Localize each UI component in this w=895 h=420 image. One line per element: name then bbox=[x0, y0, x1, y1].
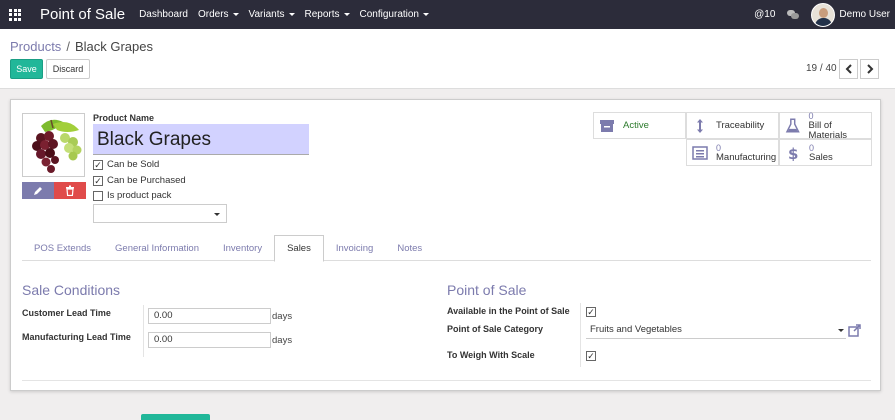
navbar-right: @10 Demo User bbox=[754, 0, 895, 29]
menu-orders[interactable]: Orders bbox=[198, 9, 239, 20]
breadcrumb: Products / Black Grapes bbox=[10, 39, 153, 54]
bom-label: Bill of Materials bbox=[808, 119, 848, 141]
product-type-select[interactable] bbox=[93, 204, 227, 223]
traceability-label: Traceability bbox=[716, 120, 765, 131]
caret-down-icon bbox=[288, 13, 295, 16]
tab-invoicing[interactable]: Invoicing bbox=[324, 235, 386, 261]
apps-grid-icon[interactable] bbox=[9, 8, 21, 21]
list-alt-icon bbox=[692, 145, 708, 160]
caret-down-icon bbox=[838, 329, 844, 332]
product-image[interactable] bbox=[22, 113, 85, 177]
pencil-icon bbox=[34, 186, 42, 195]
activity-counter[interactable]: @10 bbox=[754, 9, 775, 20]
menu-dashboard[interactable]: Dashboard bbox=[139, 9, 188, 20]
tab-sales[interactable]: Sales bbox=[274, 235, 324, 262]
product-name-input[interactable]: Black Grapes bbox=[93, 124, 309, 155]
is-product-pack-checkbox[interactable] bbox=[93, 190, 103, 201]
can-be-purchased-checkbox[interactable]: ✓ bbox=[93, 175, 103, 186]
save-button[interactable]: Save bbox=[10, 59, 43, 79]
breadcrumb-current: Black Grapes bbox=[74, 39, 153, 54]
arrows-vertical-icon bbox=[697, 118, 703, 133]
menu-reports[interactable]: Reports bbox=[305, 9, 350, 20]
grapes-image bbox=[32, 119, 82, 173]
control-panel: Products / Black Grapes Save Discard 19 / … bbox=[0, 29, 895, 89]
main-menu: Dashboard Orders Variants Reports Config… bbox=[139, 9, 439, 20]
pager-value[interactable]: 19 / 40 bbox=[806, 63, 837, 74]
caret-down-icon bbox=[232, 13, 239, 16]
can-be-sold-label: Can be Sold bbox=[107, 159, 160, 170]
customer-lead-time-unit: days bbox=[272, 311, 293, 322]
sales-label: Sales bbox=[809, 151, 833, 163]
username[interactable]: Demo User bbox=[839, 9, 890, 20]
available-in-pos-checkbox[interactable]: ✓ bbox=[586, 307, 596, 317]
chevron-left-icon bbox=[845, 64, 852, 74]
chat-icon[interactable] bbox=[787, 10, 800, 19]
can-be-purchased-label: Can be Purchased bbox=[107, 175, 186, 186]
customer-lead-time-input[interactable]: 0.00 bbox=[148, 308, 271, 324]
bom-count: 0 bbox=[808, 110, 814, 121]
trash-icon bbox=[66, 185, 74, 196]
is-product-pack-row[interactable]: Is product pack bbox=[93, 190, 171, 201]
to-weigh-with-scale-label: To Weigh With Scale bbox=[447, 350, 535, 360]
sale-conditions-title: Sale Conditions bbox=[22, 282, 121, 298]
form-sheet: Product Name Black Grapes ✓ Can be Sold ✓… bbox=[10, 99, 881, 391]
breadcrumb-separator: / bbox=[66, 39, 70, 54]
customer-lead-time-label: Customer Lead Time bbox=[22, 308, 111, 318]
pos-category-label: Point of Sale Category bbox=[447, 324, 544, 334]
to-weigh-with-scale-checkbox[interactable]: ✓ bbox=[586, 351, 596, 361]
tab-pos-extends[interactable]: POS Extends bbox=[22, 235, 103, 261]
breadcrumb-products-link[interactable]: Products bbox=[10, 39, 61, 54]
available-in-pos-label: Available in the Point of Sale bbox=[447, 306, 570, 316]
bill-of-materials-button[interactable]: 0 Bill of Materials bbox=[779, 110, 872, 141]
manufacturing-lead-time-label: Manufacturing Lead Time bbox=[22, 332, 131, 342]
traceability-button[interactable]: Traceability bbox=[686, 112, 779, 139]
pager-previous-button[interactable] bbox=[839, 59, 858, 79]
dollar-icon: $ bbox=[788, 145, 798, 161]
active-label: Active bbox=[623, 120, 649, 131]
can-be-sold-row[interactable]: ✓ Can be Sold bbox=[93, 159, 159, 170]
app-title[interactable]: Point of Sale bbox=[40, 6, 125, 23]
bottom-action-button[interactable] bbox=[141, 414, 210, 420]
divider bbox=[22, 380, 871, 381]
tab-notes[interactable]: Notes bbox=[385, 235, 434, 261]
external-link-icon[interactable] bbox=[848, 324, 861, 337]
discard-button[interactable]: Discard bbox=[46, 59, 90, 79]
caret-down-icon bbox=[343, 13, 350, 16]
manufacturing-count: 0 bbox=[716, 142, 722, 153]
pos-category-select[interactable]: Fruits and Vegetables bbox=[586, 323, 846, 339]
field-separator bbox=[143, 305, 144, 357]
top-navbar: Point of Sale Dashboard Orders Variants … bbox=[0, 0, 895, 29]
flask-icon bbox=[785, 117, 800, 133]
pos-category-value: Fruits and Vegetables bbox=[590, 324, 682, 335]
sales-button[interactable]: $ 0 Sales bbox=[779, 139, 872, 166]
menu-variants[interactable]: Variants bbox=[249, 9, 295, 20]
tab-inventory[interactable]: Inventory bbox=[211, 235, 274, 261]
tab-general-information[interactable]: General Information bbox=[103, 235, 211, 261]
is-product-pack-label: Is product pack bbox=[107, 190, 172, 201]
point-of-sale-title: Point of Sale bbox=[447, 282, 527, 298]
field-separator bbox=[580, 303, 581, 367]
notebook-tabs: POS Extends General Information Inventor… bbox=[22, 235, 871, 262]
svg-text:$: $ bbox=[788, 145, 798, 161]
archive-icon bbox=[600, 119, 614, 132]
sales-count: 0 bbox=[809, 142, 815, 153]
caret-down-icon bbox=[423, 13, 429, 16]
delete-image-button[interactable] bbox=[54, 182, 86, 199]
edit-image-button[interactable] bbox=[22, 182, 54, 199]
pager-next-button[interactable] bbox=[860, 59, 879, 79]
product-name-label: Product Name bbox=[93, 113, 155, 123]
caret-down-icon bbox=[214, 213, 220, 216]
can-be-sold-checkbox[interactable]: ✓ bbox=[93, 159, 103, 170]
menu-configuration[interactable]: Configuration bbox=[360, 9, 429, 20]
manufacturing-button[interactable]: 0 Manufacturing bbox=[686, 139, 779, 166]
image-actions bbox=[22, 182, 86, 199]
manufacturing-label: Manufacturing bbox=[716, 151, 777, 163]
chevron-right-icon bbox=[866, 64, 873, 74]
active-toggle-button[interactable]: Active bbox=[593, 112, 686, 139]
avatar[interactable] bbox=[811, 2, 836, 27]
manufacturing-lead-time-input[interactable]: 0.00 bbox=[148, 332, 271, 348]
can-be-purchased-row[interactable]: ✓ Can be Purchased bbox=[93, 175, 186, 186]
manufacturing-lead-time-unit: days bbox=[272, 335, 293, 346]
